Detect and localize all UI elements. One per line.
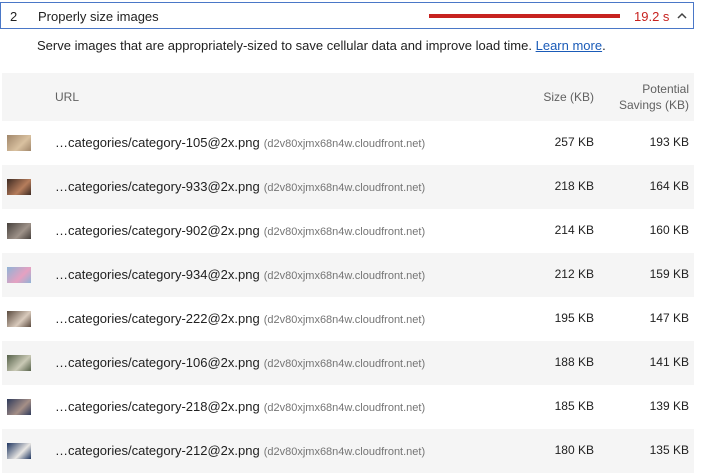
resource-path: …categories/category-933@2x.png — [55, 179, 260, 194]
resource-savings: 147 KB — [649, 311, 689, 325]
resource-savings: 141 KB — [649, 355, 689, 369]
resource-savings: 193 KB — [649, 135, 689, 149]
table-row: …categories/category-934@2x.png (d2v80xjm… — [2, 253, 694, 297]
resource-path: …categories/category-902@2x.png — [55, 223, 260, 238]
resource-url[interactable]: …categories/category-218@2x.png (d2v80xjm… — [55, 399, 425, 414]
table-row: …categories/category-902@2x.png (d2v80xjm… — [2, 209, 694, 253]
audit-value: 19.2 s — [634, 9, 670, 24]
resource-host: (d2v80xjmx68n4w.cloudfront.net) — [263, 226, 426, 238]
audit-index: 2 — [10, 9, 18, 24]
image-thumbnail — [7, 267, 31, 283]
table-row: …categories/category-933@2x.png (d2v80xjm… — [2, 165, 694, 209]
resource-url[interactable]: …categories/category-902@2x.png (d2v80xjm… — [55, 223, 425, 238]
resource-url[interactable]: …categories/category-212@2x.png (d2v80xjm… — [55, 443, 425, 458]
column-header-savings: Potential Savings (KB) — [619, 81, 689, 113]
column-header-savings-line2: Savings (KB) — [618, 98, 689, 112]
resource-size: 180 KB — [554, 443, 594, 457]
resource-path: …categories/category-934@2x.png — [55, 267, 260, 282]
chevron-up-icon[interactable] — [675, 9, 689, 23]
resource-size: 257 KB — [554, 135, 594, 149]
resource-path: …categories/category-222@2x.png — [55, 311, 260, 326]
audit-header[interactable]: 2 Properly size images 19.2 s — [0, 2, 694, 29]
resource-savings: 135 KB — [649, 443, 689, 457]
resource-url[interactable]: …categories/category-105@2x.png (d2v80xjm… — [55, 135, 425, 150]
resource-savings: 159 KB — [649, 267, 689, 281]
resource-path: …categories/category-218@2x.png — [55, 399, 260, 414]
column-header-size: Size (KB) — [543, 90, 594, 104]
resource-host: (d2v80xjmx68n4w.cloudfront.net) — [263, 138, 426, 150]
column-header-savings-line1: Potential — [642, 82, 689, 96]
image-thumbnail — [7, 399, 31, 415]
resource-host: (d2v80xjmx68n4w.cloudfront.net) — [263, 358, 426, 370]
table-row: …categories/category-212@2x.png (d2v80xjm… — [2, 429, 694, 473]
resource-size: 185 KB — [554, 399, 594, 413]
table-row: …categories/category-222@2x.png (d2v80xjm… — [2, 297, 694, 341]
opportunity-table: URL Size (KB) Potential Savings (KB) …ca… — [2, 73, 694, 473]
table-row: …categories/category-218@2x.png (d2v80xjm… — [2, 385, 694, 429]
learn-more-link[interactable]: Learn more — [536, 38, 602, 53]
table-row: …categories/category-105@2x.png (d2v80xjm… — [2, 121, 694, 165]
image-thumbnail — [7, 443, 31, 459]
resource-path: …categories/category-212@2x.png — [55, 443, 260, 458]
audit-score-bar — [429, 14, 620, 18]
resource-url[interactable]: …categories/category-222@2x.png (d2v80xjm… — [55, 311, 425, 326]
audit-description-text: Serve images that are appropriately-size… — [37, 38, 532, 53]
column-header-url: URL — [55, 90, 80, 104]
resource-host: (d2v80xjmx68n4w.cloudfront.net) — [263, 270, 426, 282]
audit-title: Properly size images — [38, 9, 159, 24]
image-thumbnail — [7, 135, 31, 151]
resource-savings: 164 KB — [649, 179, 689, 193]
resource-url[interactable]: …categories/category-934@2x.png (d2v80xjm… — [55, 267, 425, 282]
resource-size: 212 KB — [554, 267, 594, 281]
audit-description: Serve images that are appropriately-size… — [37, 38, 606, 53]
image-thumbnail — [7, 179, 31, 195]
resource-host: (d2v80xjmx68n4w.cloudfront.net) — [263, 402, 426, 414]
resource-path: …categories/category-105@2x.png — [55, 135, 260, 150]
image-thumbnail — [7, 223, 31, 239]
table-body: …categories/category-105@2x.png (d2v80xjm… — [2, 121, 694, 473]
resource-size: 188 KB — [554, 355, 594, 369]
image-thumbnail — [7, 355, 31, 371]
resource-path: …categories/category-106@2x.png — [55, 355, 260, 370]
description-period: . — [602, 38, 606, 53]
image-thumbnail — [7, 311, 31, 327]
resource-host: (d2v80xjmx68n4w.cloudfront.net) — [263, 314, 426, 326]
resource-size: 214 KB — [554, 223, 594, 237]
table-header: URL Size (KB) Potential Savings (KB) — [2, 73, 694, 121]
resource-size: 218 KB — [554, 179, 594, 193]
resource-url[interactable]: …categories/category-106@2x.png (d2v80xjm… — [55, 355, 425, 370]
resource-savings: 139 KB — [649, 399, 689, 413]
resource-url[interactable]: …categories/category-933@2x.png (d2v80xjm… — [55, 179, 425, 194]
resource-size: 195 KB — [554, 311, 594, 325]
resource-host: (d2v80xjmx68n4w.cloudfront.net) — [263, 182, 426, 194]
table-row: …categories/category-106@2x.png (d2v80xjm… — [2, 341, 694, 385]
resource-savings: 160 KB — [649, 223, 689, 237]
resource-host: (d2v80xjmx68n4w.cloudfront.net) — [263, 446, 426, 458]
